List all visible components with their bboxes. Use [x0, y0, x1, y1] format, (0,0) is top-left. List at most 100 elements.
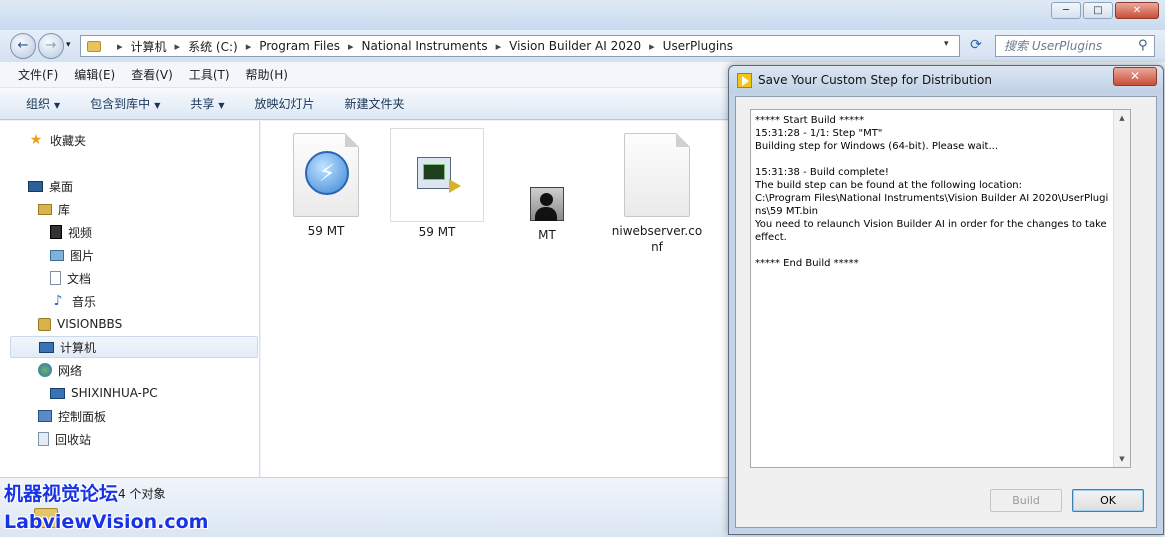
- command-bar: 组织 ▼ 包含到库中 ▼ 共享 ▼ 放映幻灯片 新建文件夹: [0, 88, 730, 120]
- sidebar-item-label: 回收站: [55, 432, 92, 447]
- build-log-lines: ***** Start Build ***** 15:31:28 - 1/1: S…: [755, 114, 1110, 270]
- log-line: ***** Start Build *****: [755, 115, 865, 126]
- lightning-document-icon: ⚡: [293, 133, 359, 217]
- star-icon: ★: [29, 132, 43, 148]
- breadcrumb-separator[interactable]: ▸: [246, 40, 252, 53]
- chevron-down-icon: ▼: [218, 101, 225, 110]
- recent-pages-dropdown[interactable]: ▾: [66, 40, 71, 50]
- menu-help[interactable]: 帮助(H): [246, 66, 288, 83]
- sidebar-item-label: SHIXINHUA-PC: [71, 386, 158, 400]
- sidebar-item-favorites[interactable]: ★ 收藏夹: [28, 129, 86, 151]
- close-button[interactable]: ✕: [1115, 2, 1159, 19]
- sidebar-item-videos[interactable]: 视频: [50, 221, 92, 243]
- file-item[interactable]: niwebserver.conf: [609, 133, 705, 255]
- new-folder-button[interactable]: 新建文件夹: [345, 95, 405, 112]
- breadcrumb-separator[interactable]: ▸: [175, 40, 181, 53]
- organize-button[interactable]: 组织 ▼: [26, 95, 60, 112]
- forward-button[interactable]: →: [38, 33, 64, 59]
- file-item[interactable]: 59 MT: [389, 128, 485, 240]
- sidebar-item-pictures[interactable]: 图片: [50, 244, 94, 266]
- sidebar-item-desktop[interactable]: 桌面: [28, 175, 73, 197]
- build-button[interactable]: Build: [990, 489, 1062, 512]
- ok-button[interactable]: OK: [1072, 489, 1144, 512]
- file-item[interactable]: ⚡ 59 MT: [278, 133, 374, 239]
- share-button[interactable]: 共享 ▼: [190, 95, 224, 112]
- window-controls: ─ □ ✕: [1051, 2, 1159, 19]
- watermark-title: 机器视觉论坛: [4, 483, 119, 505]
- navigation-pane: ★ 收藏夹 桌面 库 视频 图片 文档 ♪ 音乐 VISIONBBS 计算机 网…: [0, 121, 260, 477]
- log-scrollbar[interactable]: ▲ ▼: [1113, 110, 1130, 467]
- back-button[interactable]: ←: [10, 33, 36, 59]
- dialog-titlebar: Save Your Custom Step for Distribution ✕: [729, 66, 1163, 94]
- include-in-library-button[interactable]: 包含到库中 ▼: [90, 95, 160, 112]
- log-line: You need to relaunch Vision Builder AI i…: [755, 219, 1110, 243]
- sidebar-item-computer[interactable]: 计算机: [10, 336, 258, 358]
- blank-document-icon: [624, 133, 690, 217]
- sidebar-item-library[interactable]: 库: [38, 198, 70, 220]
- address-bar[interactable]: ▸ 计算机 ▸ 系统 (C:) ▸ Program Files ▸ Nation…: [80, 35, 960, 57]
- minimize-button[interactable]: ─: [1051, 2, 1081, 19]
- file-item[interactable]: MT: [499, 187, 595, 243]
- sidebar-item-network[interactable]: 网络: [38, 359, 82, 381]
- dialog-close-button[interactable]: ✕: [1113, 67, 1157, 86]
- sidebar-item-label: 视频: [68, 225, 93, 240]
- address-dropdown-icon[interactable]: ▾: [944, 39, 949, 49]
- log-line: C:\Program Files\National Instruments\Vi…: [755, 193, 1109, 217]
- file-name: MT: [538, 228, 556, 242]
- scroll-up-icon[interactable]: ▲: [1114, 110, 1130, 126]
- sidebar-item-label: 音乐: [72, 294, 97, 309]
- sidebar-item-label: 图片: [70, 248, 95, 263]
- picture-icon: [50, 249, 64, 261]
- explorer-titlebar: ─ □ ✕: [0, 0, 1165, 30]
- sidebar-item-label: VISIONBBS: [57, 317, 123, 331]
- sidebar-item-label: 网络: [58, 363, 83, 378]
- scroll-down-icon[interactable]: ▼: [1114, 451, 1130, 467]
- menu-view[interactable]: 查看(V): [131, 66, 173, 83]
- log-line: 15:31:28 - 1/1: Step "MT": [755, 128, 883, 139]
- control-panel-icon: [38, 410, 52, 422]
- network-icon: [38, 363, 52, 377]
- music-note-icon: ♪: [53, 293, 63, 309]
- organize-label: 组织: [26, 97, 51, 111]
- breadcrumb-separator[interactable]: ▸: [348, 40, 354, 53]
- sidebar-item-documents[interactable]: 文档: [50, 267, 91, 289]
- file-name: 59 MT: [307, 224, 345, 238]
- breadcrumb-system-drive[interactable]: 系统 (C:): [188, 38, 238, 55]
- breadcrumb-vision-builder[interactable]: Vision Builder AI 2020: [509, 39, 641, 53]
- recycle-bin-icon: [38, 432, 49, 446]
- play-arrow-icon: [449, 179, 461, 193]
- film-icon: [50, 225, 62, 239]
- sidebar-item-music[interactable]: ♪ 音乐: [50, 290, 96, 312]
- dialog-title: Save Your Custom Step for Distribution: [758, 73, 992, 87]
- lightning-icon: ⚡: [305, 151, 349, 195]
- sidebar-item-network-pc[interactable]: SHIXINHUA-PC: [50, 382, 158, 404]
- menu-file[interactable]: 文件(F): [18, 66, 58, 83]
- file-list: ⚡ 59 MT 59 MT MT niwebserver.conf: [261, 121, 730, 477]
- sidebar-item-recycle-bin[interactable]: 回收站: [38, 428, 91, 450]
- folder-icon: [87, 40, 101, 52]
- sidebar-item-user[interactable]: VISIONBBS: [38, 313, 122, 335]
- save-custom-step-dialog: Save Your Custom Step for Distribution ✕…: [728, 65, 1164, 535]
- breadcrumb-separator[interactable]: ▸: [117, 40, 123, 53]
- build-log[interactable]: ***** Start Build ***** 15:31:28 - 1/1: S…: [750, 109, 1131, 468]
- document-icon: [50, 271, 61, 285]
- breadcrumb-national-instruments[interactable]: National Instruments: [362, 39, 488, 53]
- menu-tools[interactable]: 工具(T): [189, 66, 230, 83]
- refresh-icon[interactable]: ⟳: [965, 37, 987, 55]
- search-input[interactable]: 搜索 UserPlugins: [995, 35, 1155, 57]
- sidebar-item-control-panel[interactable]: 控制面板: [38, 405, 106, 427]
- computer-icon: [50, 387, 65, 399]
- watermark-url: LabviewVision.com: [4, 511, 209, 533]
- search-icon[interactable]: ⚲: [1138, 38, 1148, 53]
- maximize-button[interactable]: □: [1083, 2, 1113, 19]
- desktop-icon: [28, 180, 43, 192]
- menu-edit[interactable]: 编辑(E): [74, 66, 115, 83]
- log-line: 15:31:38 - Build complete!: [755, 167, 889, 178]
- breadcrumb-computer[interactable]: 计算机: [131, 38, 167, 55]
- slideshow-button[interactable]: 放映幻灯片: [255, 95, 315, 112]
- breadcrumb-separator[interactable]: ▸: [496, 40, 502, 53]
- breadcrumb-program-files[interactable]: Program Files: [259, 39, 340, 53]
- breadcrumb-userplugins[interactable]: UserPlugins: [663, 39, 733, 53]
- breadcrumb-separator[interactable]: ▸: [649, 40, 655, 53]
